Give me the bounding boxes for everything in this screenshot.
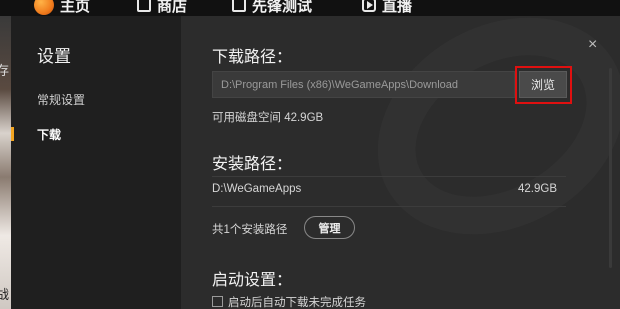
nav-home-label: 主页	[60, 0, 91, 15]
nav-home[interactable]: 主页	[34, 0, 90, 16]
auto-download-label[interactable]: 启动后自动下载未完成任务	[228, 294, 366, 309]
install-path-title: 安装路径：	[212, 156, 293, 173]
settings-sidebar: 设置 常规设置 下载	[11, 16, 181, 309]
sidebar-item-general[interactable]: 常规设置	[37, 91, 85, 108]
nav-store[interactable]: 商店	[137, 0, 187, 16]
background-watermark	[338, 16, 620, 278]
startup-settings-title: 启动设置：	[212, 272, 293, 289]
test-icon	[232, 0, 246, 12]
install-path-value: D:\WeGameApps	[212, 183, 302, 195]
top-navigation: 主页 商店 先锋测试 直播	[0, 0, 620, 16]
manage-button[interactable]: 管理	[304, 216, 355, 239]
install-path-size: 42.9GB	[518, 183, 557, 195]
nav-pioneer-test-label: 先锋测试	[252, 0, 313, 15]
divider	[212, 206, 566, 207]
close-icon[interactable]: ×	[588, 36, 597, 54]
nav-live-label: 直播	[382, 0, 413, 15]
background-text: 存	[0, 63, 10, 78]
wegame-logo-icon	[34, 0, 54, 15]
sidebar-title: 设置	[37, 47, 71, 66]
nav-store-label: 商店	[157, 0, 188, 15]
divider	[212, 176, 566, 177]
store-icon	[137, 0, 151, 12]
sidebar-item-download[interactable]: 下载	[37, 126, 61, 143]
settings-content: 下载路径： D:\Program Files (x86)\WeGameApps\…	[181, 16, 620, 309]
install-path-row: D:\WeGameApps 42.9GB	[212, 183, 557, 195]
background-content: 存 战	[0, 16, 11, 309]
download-path-value: D:\Program Files (x86)\WeGameApps\Downlo…	[221, 78, 458, 91]
scrollbar[interactable]	[609, 68, 612, 268]
play-icon	[362, 0, 376, 12]
settings-dialog: 设置 常规设置 下载 下载路径： D:\Program Files (x86)\…	[11, 16, 620, 309]
background-text: 战	[0, 287, 10, 302]
download-path-title: 下载路径：	[212, 49, 293, 66]
highlight-box	[515, 66, 572, 104]
active-indicator	[11, 127, 14, 141]
nav-pioneer-test[interactable]: 先锋测试	[232, 0, 312, 16]
free-space-text: 可用磁盘空间 42.9GB	[212, 112, 324, 124]
nav-live[interactable]: 直播	[362, 0, 412, 16]
auto-download-checkbox[interactable]	[212, 296, 223, 307]
download-path-field[interactable]: D:\Program Files (x86)\WeGameApps\Downlo…	[212, 71, 515, 98]
install-path-count: 共1个安装路径	[212, 224, 288, 236]
